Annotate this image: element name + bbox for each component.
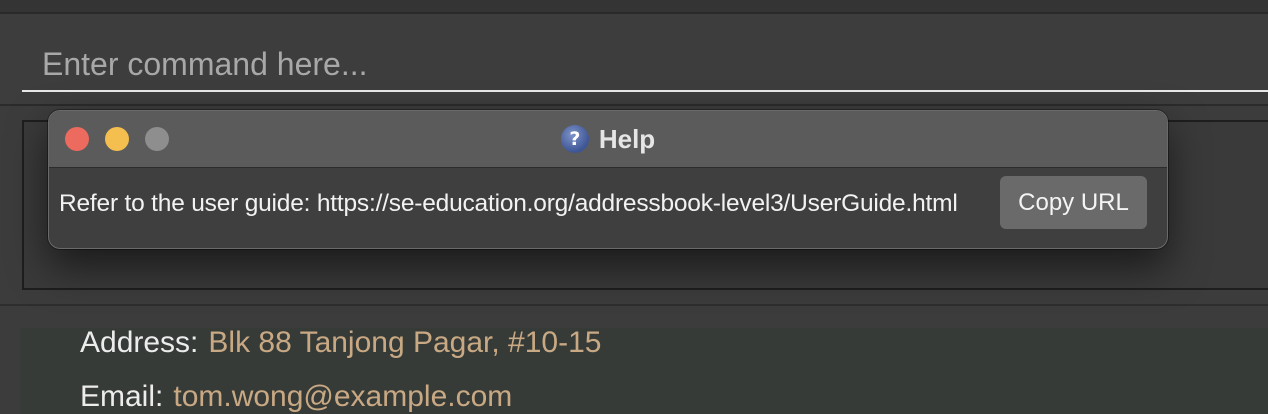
command-box xyxy=(0,14,1268,104)
person-card[interactable]: Address: Blk 88 Tanjong Pagar, #10-15 Ema… xyxy=(20,326,1268,414)
title-bar[interactable]: ? Help xyxy=(49,111,1167,168)
address-value: Blk 88 Tanjong Pagar, #10-15 xyxy=(208,326,602,359)
email-label: Email: xyxy=(80,380,164,413)
address-row: Address: Blk 88 Tanjong Pagar, #10-15 xyxy=(80,326,601,360)
copy-url-button[interactable]: Copy URL xyxy=(1000,176,1147,229)
help-body: Refer to the user guide: https://se-educ… xyxy=(49,168,1167,248)
help-window: ? Help Refer to the user guide: https://… xyxy=(48,110,1168,249)
address-label: Address: xyxy=(80,326,199,359)
section-divider xyxy=(0,104,1268,106)
help-message: Refer to the user guide: https://se-educ… xyxy=(59,190,958,217)
email-value: tom.wong@example.com xyxy=(173,380,513,413)
top-menu-strip xyxy=(0,0,1268,14)
help-question-icon: ? xyxy=(560,125,589,153)
command-input[interactable] xyxy=(22,38,1268,92)
window-title-group: ? Help xyxy=(49,111,1167,167)
app-window: Address: Blk 88 Tanjong Pagar, #10-15 Ema… xyxy=(0,0,1268,414)
section-divider xyxy=(0,304,1268,306)
email-row: Email: tom.wong@example.com xyxy=(80,380,512,414)
window-title: Help xyxy=(598,123,656,154)
